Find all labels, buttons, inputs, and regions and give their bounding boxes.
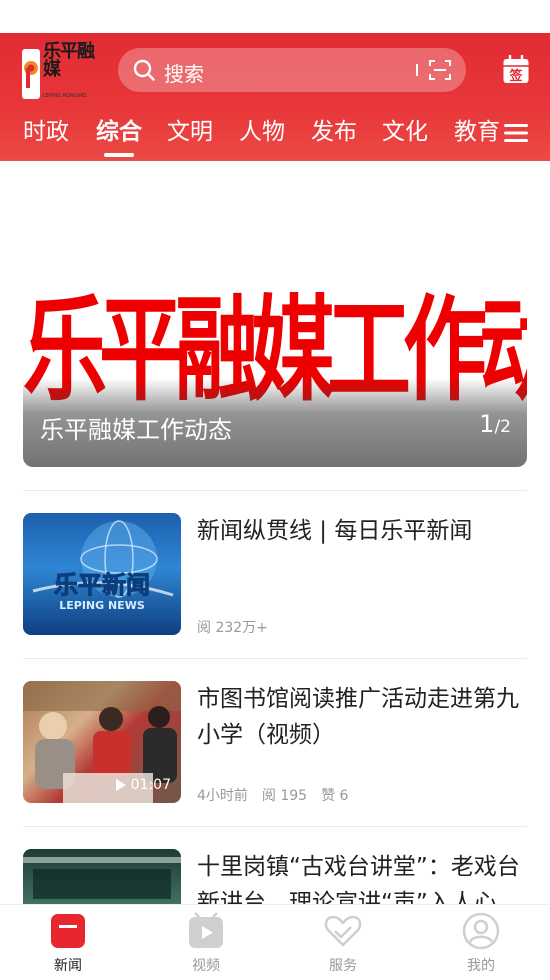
tab-fabu[interactable]: 发布 — [311, 117, 357, 147]
tab-wenming[interactable]: 文明 — [167, 117, 213, 147]
news-icon — [51, 914, 85, 948]
news-item[interactable]: 乐平新闻 LEPING NEWS 新闻纵贯线 | 每日乐平新闻 阅 232万+ — [23, 513, 527, 638]
logo-text: 乐平融媒 LEPING RONGMEI — [43, 41, 95, 100]
logo-mark — [22, 49, 40, 99]
scan-icon[interactable] — [428, 58, 452, 82]
nav-service[interactable]: 服务 — [303, 911, 383, 975]
play-icon — [115, 779, 126, 791]
search-icon — [133, 59, 155, 81]
nav-profile[interactable]: 我的 — [441, 911, 521, 975]
read-count: 阅 195 — [261, 788, 308, 804]
svg-text:乐平新闻: 乐平新闻 — [54, 571, 150, 599]
news-item[interactable]: 十里岗镇“古戏台讲堂”：老戏台新讲台，理论宣讲“声”入人心 — [23, 849, 527, 904]
category-tabs: 时政 综合 文明 人物 发布 文化 教育 — [0, 113, 550, 161]
divider — [23, 826, 527, 827]
news-item[interactable]: 01:07 市图书馆阅读推广活动走进第九小学（视频） 4小时前阅 195 赞 6 — [23, 681, 527, 806]
news-title: 十里岗镇“古戏台讲堂”：老戏台新讲台，理论宣讲“声”入人心 — [197, 854, 520, 904]
news-title: 市图书馆阅读推广活动走进第九小学（视频） — [197, 686, 519, 748]
app-header: 乐平融媒 LEPING RONGMEI 搜索 签 时政 综合 文明 人物 发布 — [0, 33, 550, 161]
video-icon — [189, 912, 223, 948]
profile-icon — [462, 912, 500, 950]
nav-video[interactable]: 视频 — [166, 911, 246, 975]
active-tab-indicator — [104, 153, 134, 157]
news-meta: 4小时前阅 195 赞 6 — [197, 785, 362, 805]
tab-renwu[interactable]: 人物 — [239, 117, 285, 147]
banner-page-indicator: 1/2 — [479, 410, 511, 438]
svg-text:签: 签 — [508, 68, 523, 84]
search-placeholder: 搜索 — [164, 62, 204, 86]
search-separator — [416, 64, 418, 76]
thumbnail-scene — [23, 857, 181, 899]
service-icon — [324, 915, 362, 947]
globe-icon: 乐平新闻 LEPING NEWS — [32, 520, 174, 612]
video-duration: 01:07 — [115, 777, 171, 793]
news-thumbnail: 01:07 — [23, 681, 181, 803]
news-thumbnail: 乐平新闻 LEPING NEWS — [23, 513, 181, 635]
svg-text:LEPING NEWS: LEPING NEWS — [59, 599, 145, 612]
publish-time: 4小时前 — [197, 788, 248, 804]
divider — [23, 658, 527, 659]
search-bar[interactable]: 搜索 — [118, 48, 466, 92]
app-logo: 乐平融媒 LEPING RONGMEI — [22, 43, 98, 101]
news-thumbnail — [23, 849, 181, 904]
banner-carousel[interactable]: 乐平融媒工作动态 乐平融媒工作动态 1/2 — [23, 238, 527, 467]
tab-jiaoyu[interactable]: 教育 — [454, 117, 500, 147]
tab-zonghe[interactable]: 综合 — [96, 117, 142, 147]
menu-icon[interactable] — [504, 123, 528, 143]
sign-in-calendar-icon[interactable]: 签 — [502, 54, 530, 85]
divider — [23, 490, 527, 491]
news-title: 新闻纵贯线 | 每日乐平新闻 — [197, 518, 473, 544]
tab-wenhua[interactable]: 文化 — [382, 117, 428, 147]
read-count: 阅 232万+ — [197, 620, 268, 636]
status-bar — [0, 0, 550, 33]
like-count: 赞 6 — [321, 788, 349, 804]
tab-shizheng[interactable]: 时政 — [23, 117, 69, 147]
news-meta: 阅 232万+ — [197, 617, 282, 637]
bottom-navigation: 新闻 视频 服务 我的 — [0, 904, 550, 980]
nav-news[interactable]: 新闻 — [28, 911, 108, 975]
banner-caption: 乐平融媒工作动态 — [40, 416, 232, 444]
